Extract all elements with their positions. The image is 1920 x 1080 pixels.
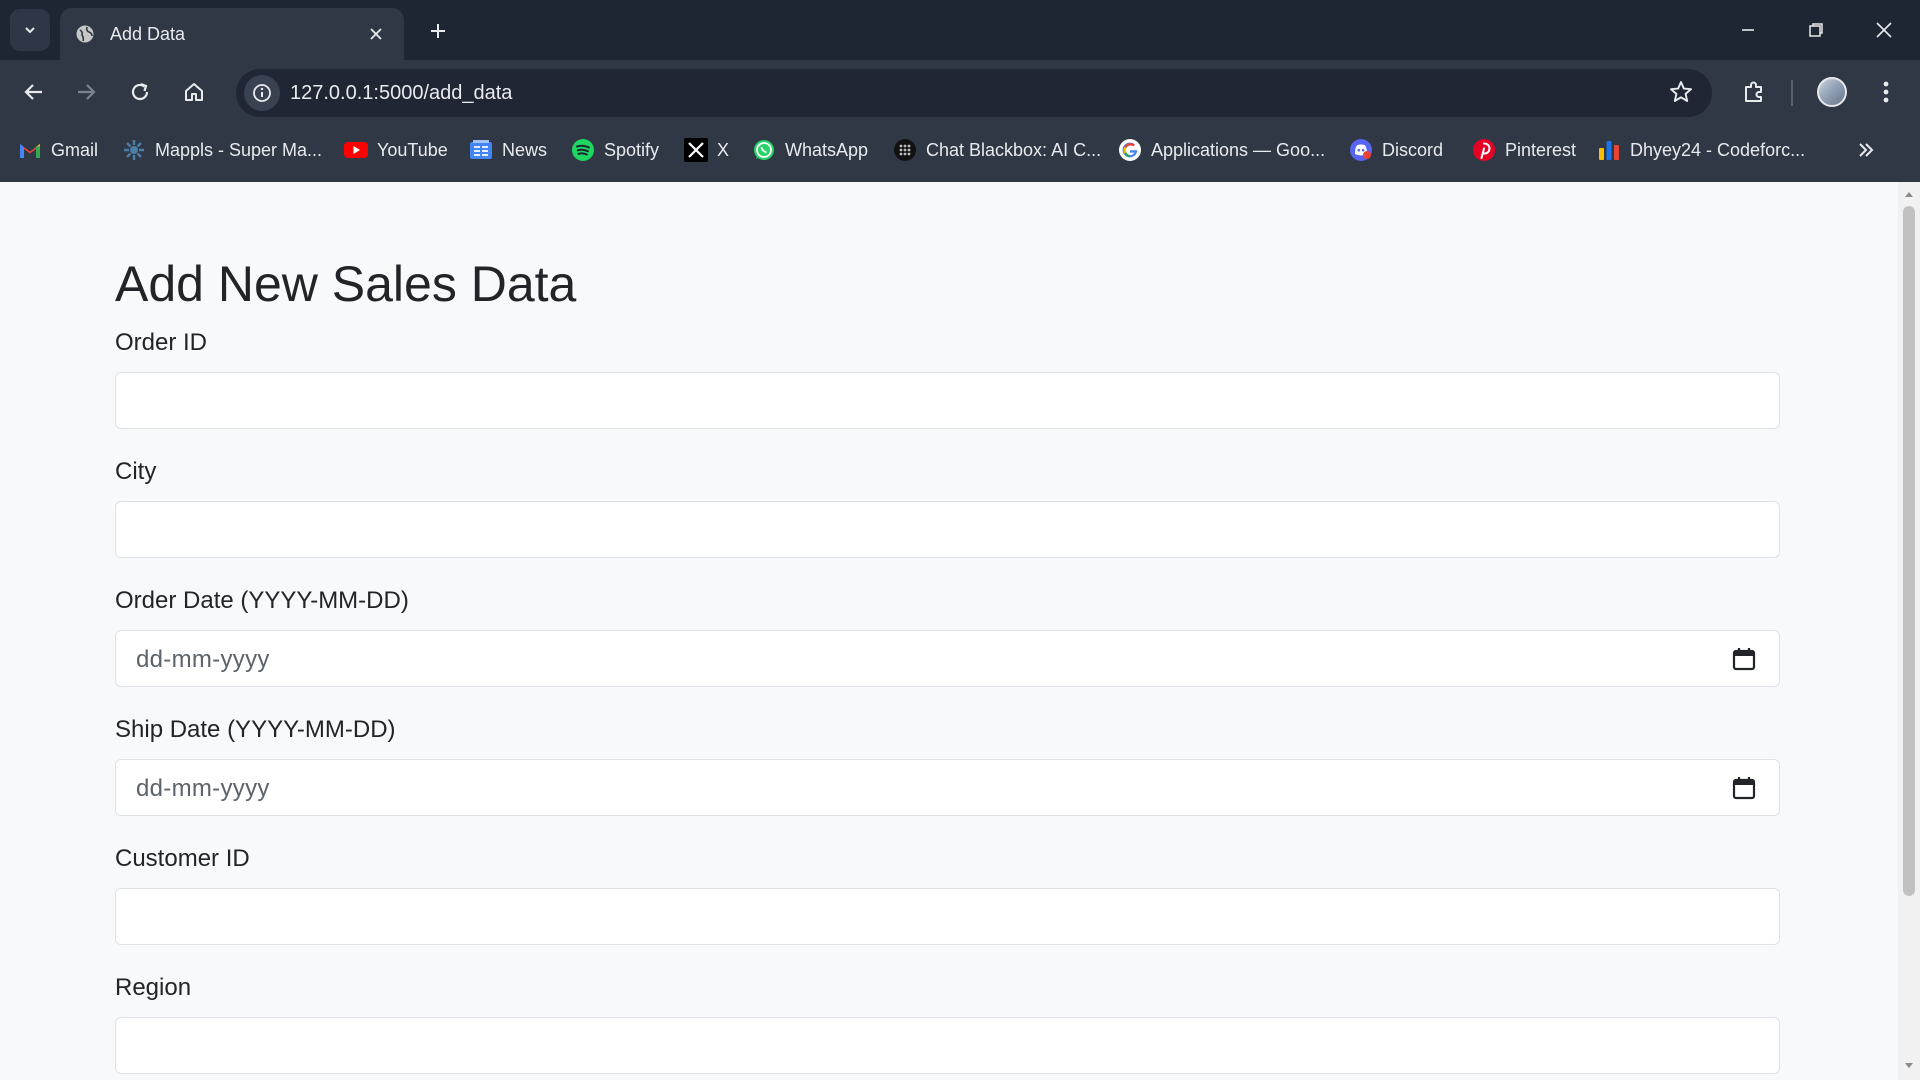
- tab-strip: Add Data: [0, 0, 1920, 60]
- calendar-icon[interactable]: [1731, 775, 1757, 801]
- bookmark-label: YouTube: [377, 139, 448, 160]
- scroll-up-icon[interactable]: [1903, 188, 1915, 200]
- arrow-right-icon: [78, 84, 96, 100]
- browser-toolbar: 127.0.0.1:5000/add_data Gmail Mappls - S…: [0, 60, 1920, 188]
- plus-icon: [431, 24, 445, 38]
- bookmark-youtube[interactable]: YouTube: [344, 128, 448, 172]
- arrow-left-icon: [24, 84, 42, 100]
- new-tab-button[interactable]: [420, 13, 456, 49]
- whatsapp-icon: [752, 138, 776, 162]
- url-text: 127.0.0.1:5000/add_data: [290, 82, 513, 104]
- bookmark-discord[interactable]: Discord: [1349, 128, 1443, 172]
- order-date-label: Order Date (YYYY-MM-DD): [115, 587, 409, 614]
- tab-title: Add Data: [110, 23, 186, 44]
- bookmark-label: Chat Blackbox: AI C...: [926, 139, 1102, 160]
- customer-id-input[interactable]: [115, 888, 1780, 945]
- close-icon: [1876, 22, 1892, 38]
- page-viewport: Add New Sales Data Order ID City Order D…: [0, 182, 1898, 1080]
- customer-id-label: Customer ID: [115, 845, 250, 872]
- bookmark-label: WhatsApp: [785, 139, 869, 160]
- bookmark-label: Dhyey24 - Codeforc...: [1630, 139, 1806, 160]
- bookmark-label: X: [717, 139, 730, 160]
- gmail-icon: [18, 138, 42, 162]
- bookmark-gmail[interactable]: Gmail: [18, 128, 98, 172]
- order-date-input[interactable]: dd-mm-yyyy: [115, 630, 1780, 687]
- puzzle-icon: [1745, 81, 1762, 102]
- bookmark-label: Pinterest: [1505, 139, 1577, 160]
- blackbox-icon: [893, 138, 917, 162]
- discord-icon: [1349, 138, 1373, 162]
- x-icon: [684, 138, 708, 162]
- bookmark-x[interactable]: X: [684, 128, 729, 172]
- region-input[interactable]: [115, 1017, 1780, 1074]
- home-icon: [185, 83, 203, 101]
- back-button[interactable]: [12, 70, 56, 114]
- spotify-icon: [571, 138, 595, 162]
- profile-button[interactable]: [1810, 70, 1854, 114]
- region-label: Region: [115, 974, 192, 1001]
- bookmark-label: Gmail: [51, 139, 99, 160]
- chevron-double-right-icon: [1859, 143, 1874, 157]
- order-date-placeholder: dd-mm-yyyy: [136, 646, 270, 673]
- extensions-button[interactable]: [1732, 70, 1776, 114]
- tab-add-data[interactable]: Add Data: [60, 8, 404, 60]
- bookmark-label: News: [502, 139, 548, 160]
- more-vertical-icon: [1883, 81, 1889, 103]
- ship-date-input[interactable]: dd-mm-yyyy: [115, 759, 1780, 816]
- mappls-icon: [122, 138, 146, 162]
- restore-button[interactable]: [1788, 8, 1844, 52]
- minimize-icon: [1742, 29, 1754, 31]
- codeforces-icon: [1597, 138, 1621, 162]
- bookmarks-bar: Gmail Mappls - Super Ma... YouTube News …: [0, 128, 1920, 172]
- chevron-down-icon: [25, 27, 35, 34]
- bookmark-whatsapp[interactable]: WhatsApp: [752, 128, 868, 172]
- order-id-label: Order ID: [115, 329, 208, 356]
- scroll-thumb[interactable]: [1903, 206, 1915, 896]
- calendar-icon[interactable]: [1731, 646, 1757, 672]
- forward-button[interactable]: [64, 70, 108, 114]
- page-scrollbar[interactable]: [1898, 182, 1920, 1080]
- bookmark-label: Spotify: [604, 139, 660, 160]
- bookmarks-overflow-button[interactable]: [1850, 134, 1882, 166]
- bookmark-blackbox[interactable]: Chat Blackbox: AI C...: [893, 128, 1101, 172]
- reload-icon: [131, 82, 149, 101]
- globe-icon: [74, 23, 96, 45]
- google-icon: [1118, 138, 1142, 162]
- address-bar[interactable]: 127.0.0.1:5000/add_data: [236, 69, 1712, 117]
- site-info-icon[interactable]: [244, 75, 280, 111]
- city-label: City: [115, 458, 157, 485]
- bookmark-label: Discord: [1382, 139, 1444, 160]
- minimize-button[interactable]: [1720, 8, 1776, 52]
- ship-date-placeholder: dd-mm-yyyy: [136, 775, 270, 802]
- bookmark-label: Applications — Goo...: [1151, 139, 1326, 160]
- bookmark-applications[interactable]: Applications — Goo...: [1118, 128, 1325, 172]
- bookmark-label: Mappls - Super Ma...: [155, 139, 323, 160]
- browser-menu-button[interactable]: [1864, 70, 1908, 114]
- order-id-input[interactable]: [115, 372, 1780, 429]
- avatar: [1817, 77, 1847, 107]
- bookmark-spotify[interactable]: Spotify: [571, 128, 659, 172]
- bookmark-news[interactable]: News: [469, 128, 547, 172]
- close-window-button[interactable]: [1856, 8, 1912, 52]
- google-news-icon: [469, 138, 493, 162]
- reload-button[interactable]: [118, 70, 162, 114]
- home-button[interactable]: [172, 70, 216, 114]
- bookmark-star-icon[interactable]: [1668, 79, 1694, 110]
- toolbar-divider: [1791, 80, 1793, 106]
- ship-date-label: Ship Date (YYYY-MM-DD): [115, 716, 396, 743]
- restore-icon: [1809, 23, 1823, 37]
- pinterest-icon: [1472, 138, 1496, 162]
- tab-close-icon[interactable]: [362, 20, 390, 48]
- youtube-icon: [344, 138, 368, 162]
- bookmark-mappls[interactable]: Mappls - Super Ma...: [122, 128, 322, 172]
- city-input[interactable]: [115, 501, 1780, 558]
- bookmark-codeforces[interactable]: Dhyey24 - Codeforc...: [1597, 128, 1805, 172]
- scroll-down-icon[interactable]: [1903, 1060, 1915, 1072]
- page-title: Add New Sales Data: [115, 256, 577, 312]
- bookmark-pinterest[interactable]: Pinterest: [1472, 128, 1576, 172]
- tab-search-button[interactable]: [10, 9, 50, 51]
